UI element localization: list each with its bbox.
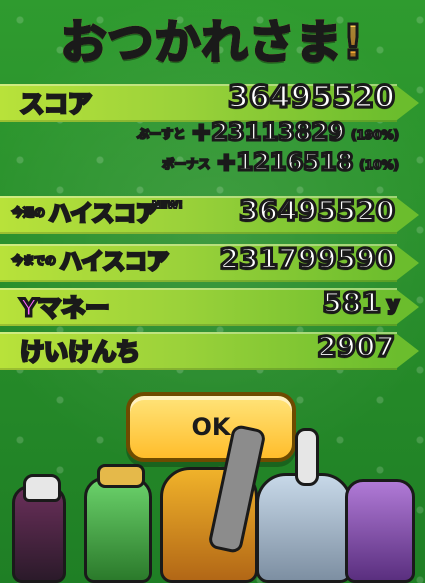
bonus-1: ぶーすと +23113829 (190%) [136, 117, 400, 148]
weekly-high-label-small: 今週の [11, 205, 46, 220]
ok-button-label: OK [191, 413, 231, 441]
bonus-2: ボーナス +1216518 (10%) [161, 147, 400, 178]
exp-row: けいけんち 2907 [0, 326, 425, 370]
ok-button-wrap: OK [126, 392, 296, 462]
money-value: 581 [321, 285, 382, 321]
exp-label: けいけんち [19, 336, 142, 367]
bonus-row-1: ぶーすと +23113829 (190%) [0, 117, 425, 152]
ok-button[interactable]: OK [126, 392, 296, 462]
all-time-high-label-main: ハイスコア [59, 249, 171, 277]
score-label: スコア [19, 88, 94, 119]
bonus-row-2: ボーナス +1216518 (10%) [0, 147, 425, 182]
all-time-high-label-small: 今までの [11, 253, 57, 268]
weekly-high-row: 今週の ハイスコア NEW! 36495520 [0, 190, 425, 234]
bonus-2-percent: (10%) [358, 157, 400, 173]
weekly-high-value: 36495520 [238, 193, 397, 229]
bonus-1-percent: (190%) [350, 127, 400, 143]
page-title-text: おつかれさま! [59, 6, 365, 72]
all-time-high-label: 今までの ハイスコア [11, 244, 171, 277]
bonus-1-value: +23113829 [190, 117, 347, 148]
bonus-2-label: ボーナス [161, 156, 211, 172]
character-2 [84, 464, 152, 583]
character-5 [345, 479, 415, 583]
money-label: Yマネー [18, 292, 110, 323]
all-time-high-value: 231799590 [218, 241, 396, 277]
exp-value: 2907 [316, 329, 397, 365]
bonus-1-label: ぶーすと [136, 126, 186, 142]
character-1 [12, 474, 66, 583]
new-badge: NEW! [151, 199, 184, 212]
money-row: Yマネー 581 y [0, 282, 425, 326]
bonus-2-value: +1216518 [215, 147, 355, 178]
yokai-characters [0, 423, 425, 583]
character-4 [256, 428, 352, 583]
weekly-high-label-main: ハイスコア [48, 201, 160, 229]
score-value: 36495520 [227, 79, 397, 117]
all-time-high-row: 今までの ハイスコア 231799590 [0, 238, 425, 282]
page-title: おつかれさま! [0, 6, 425, 71]
weekly-high-label: 今週の ハイスコア [11, 196, 160, 229]
money-unit: y [386, 293, 401, 317]
